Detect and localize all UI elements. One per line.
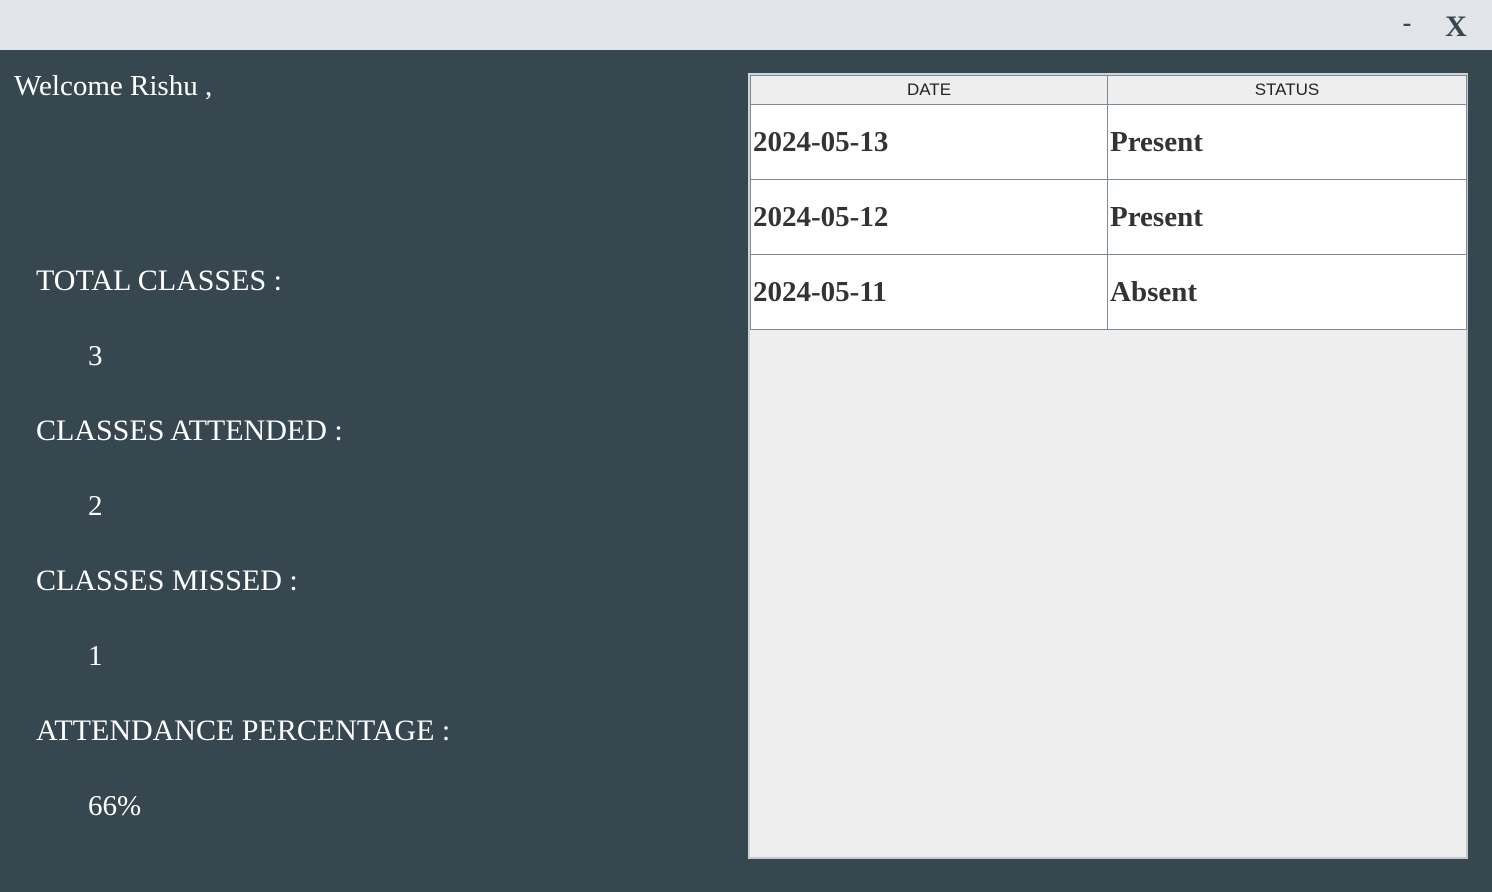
classes-attended-value: 2 [88,490,103,522]
minimize-button[interactable]: - [1394,8,1420,40]
classes-missed-value: 1 [88,640,103,672]
status-cell[interactable]: Present [1107,179,1467,255]
total-classes-value: 3 [88,340,103,372]
title-bar: - X [0,0,1492,50]
classes-missed-label: CLASSES MISSED : [36,564,298,597]
table-row[interactable]: 2024-05-13 Present [750,104,1467,180]
date-cell[interactable]: 2024-05-13 [750,104,1108,180]
close-button[interactable]: X [1440,8,1472,44]
column-header-status[interactable]: STATUS [1107,75,1467,105]
table-row[interactable]: 2024-05-12 Present [750,179,1467,255]
status-cell[interactable]: Present [1107,104,1467,180]
attendance-percentage-value: 66% [88,790,142,822]
welcome-text: Welcome Rishu , [14,70,213,102]
total-classes-label: TOTAL CLASSES : [36,264,282,297]
attendance-window: - X Welcome Rishu , TOTAL CLASSES : 3 CL… [0,0,1492,892]
status-cell[interactable]: Absent [1107,254,1467,330]
table-row[interactable]: 2024-05-11 Absent [750,254,1467,330]
attendance-table: DATE STATUS 2024-05-13 Present 2024-05-1… [750,75,1467,330]
attendance-table-panel[interactable]: DATE STATUS 2024-05-13 Present 2024-05-1… [748,73,1468,859]
column-header-date[interactable]: DATE [750,75,1108,105]
attendance-percentage-label: ATTENDANCE PERCENTAGE : [36,714,451,747]
date-cell[interactable]: 2024-05-12 [750,179,1108,255]
table-header-row: DATE STATUS [750,75,1467,105]
classes-attended-label: CLASSES ATTENDED : [36,414,343,447]
date-cell[interactable]: 2024-05-11 [750,254,1108,330]
